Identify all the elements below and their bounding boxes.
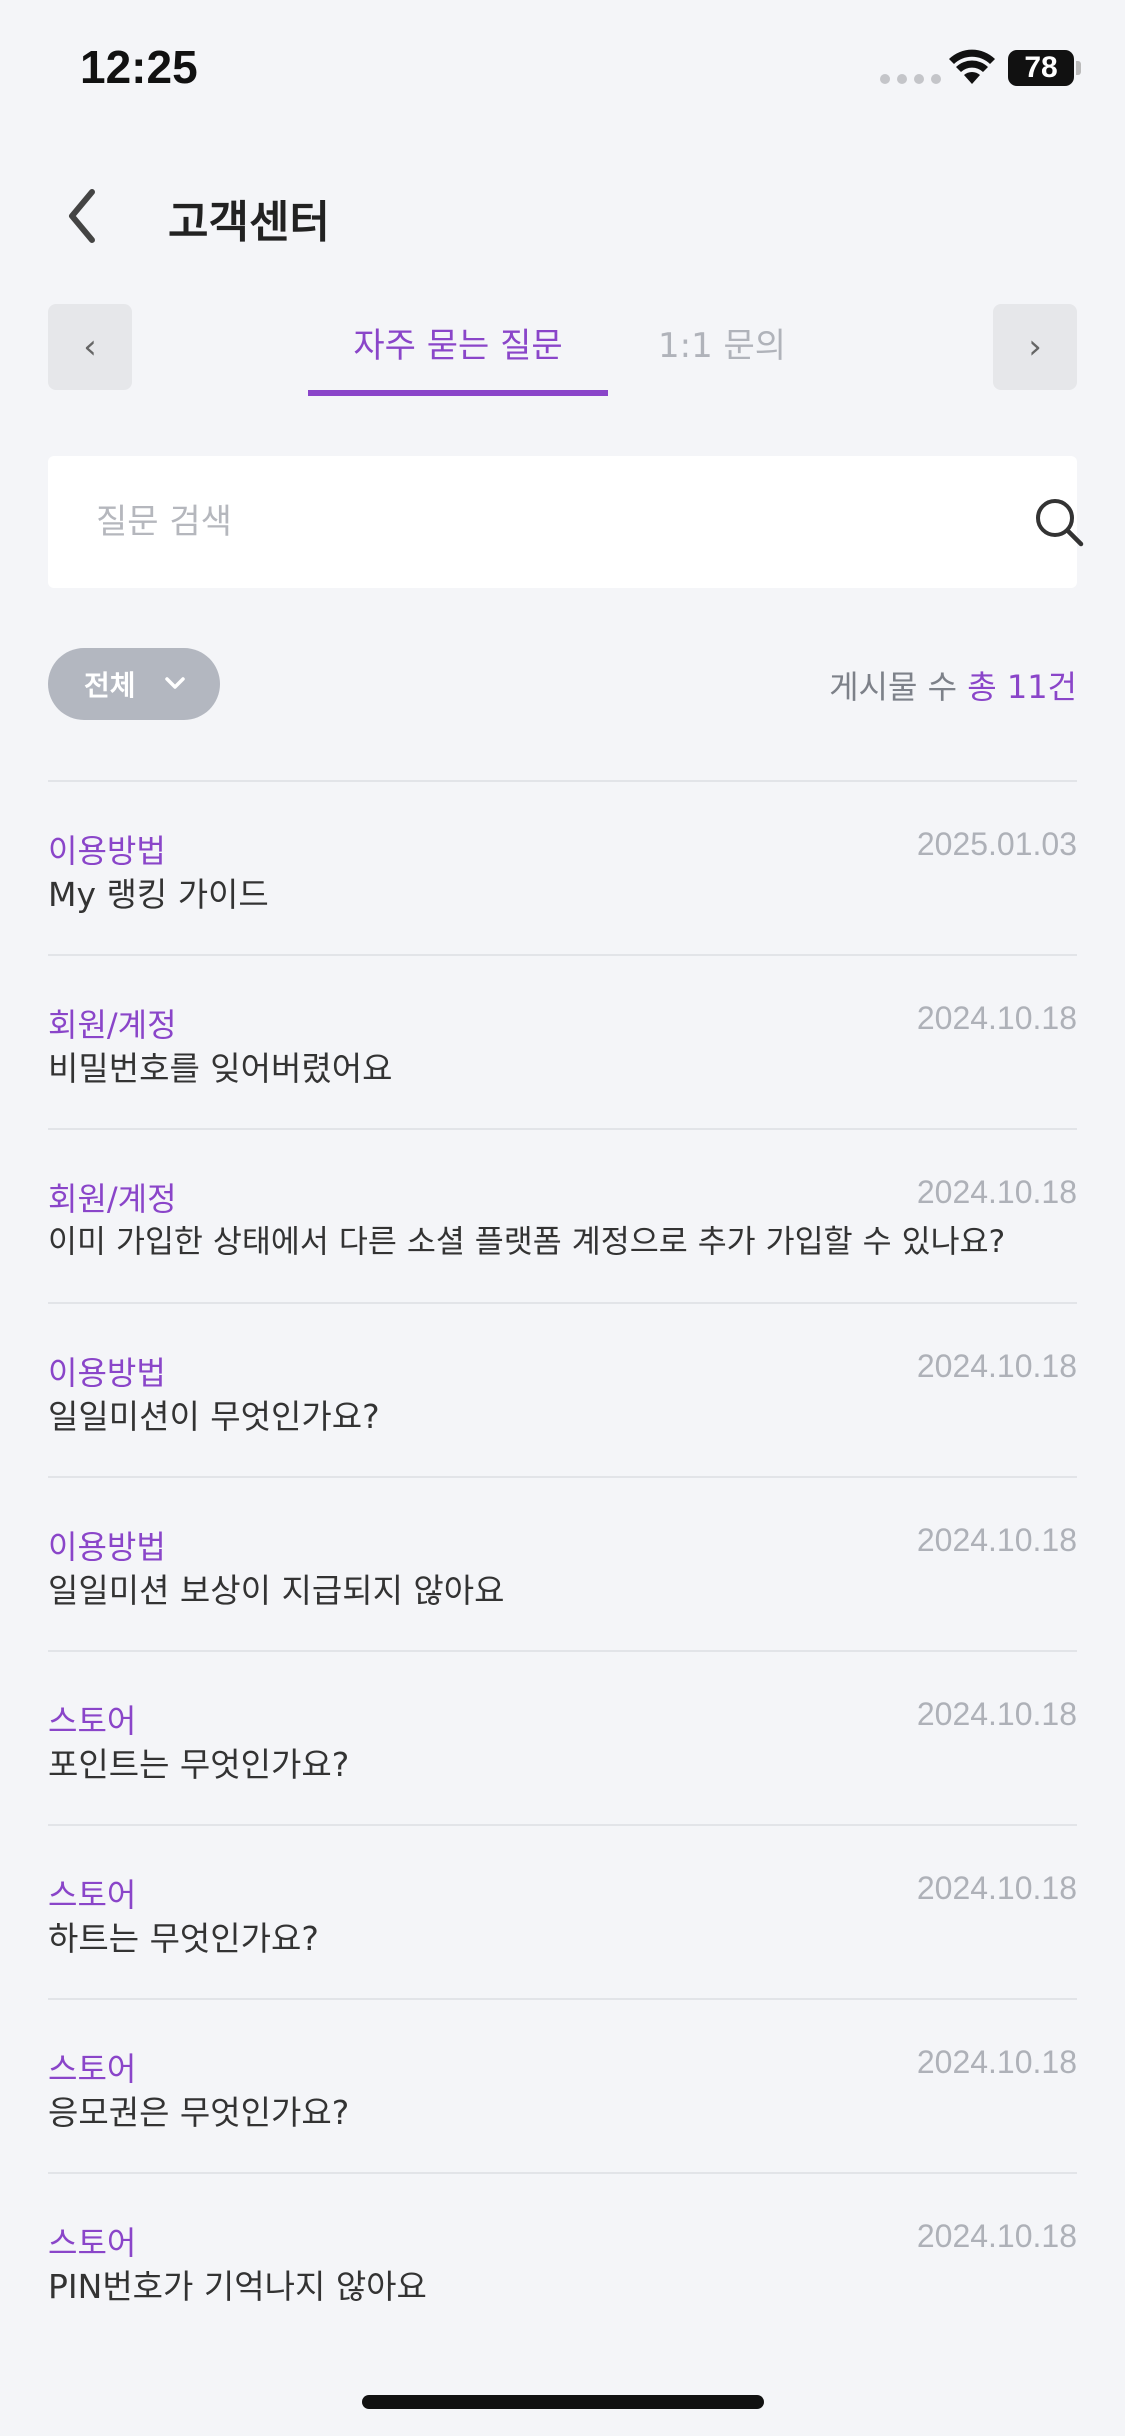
active-tab-indicator bbox=[308, 390, 608, 396]
filter-row: 전체 게시물 수 총 11건 bbox=[0, 648, 1125, 720]
faq-question: My 랭킹 가이드 bbox=[48, 875, 269, 914]
faq-category: 이용방법 bbox=[48, 1354, 166, 1392]
faq-question: 이미 가입한 상태에서 다른 소셜 플랫폼 계정으로 추가 가입할 수 있나요? bbox=[48, 1224, 1006, 1260]
battery-icon: 78 bbox=[1008, 50, 1081, 86]
faq-list-item[interactable]: 스토어 2024.10.18 PIN번호가 기억나지 않아요 bbox=[48, 2172, 1077, 2346]
faq-list-item[interactable]: 이용방법 2025.01.03 My 랭킹 가이드 bbox=[48, 780, 1077, 954]
search-input[interactable] bbox=[96, 492, 956, 552]
wifi-icon bbox=[949, 49, 995, 84]
faq-category: 이용방법 bbox=[48, 1528, 166, 1566]
faq-date: 2025.01.03 bbox=[916, 826, 1077, 862]
faq-date: 2024.10.18 bbox=[916, 1174, 1077, 1210]
chevron-left-icon bbox=[69, 189, 95, 243]
page-title: 고객센터 bbox=[168, 197, 330, 248]
post-count-value: 총 11건 bbox=[967, 668, 1077, 706]
faq-category: 이용방법 bbox=[48, 832, 166, 870]
faq-question: 포인트는 무엇인가요? bbox=[48, 1745, 350, 1784]
faq-category: 회원/계정 bbox=[48, 1180, 177, 1218]
faq-date: 2024.10.18 bbox=[916, 1522, 1077, 1558]
tab-bar: ‹ 자주 묻는 질문 1:1 문의 › bbox=[0, 304, 1125, 400]
category-filter-label: 전체 bbox=[84, 669, 136, 702]
faq-date: 2024.10.18 bbox=[916, 2044, 1077, 2080]
faq-question: 일일미션 보상이 지급되지 않아요 bbox=[48, 1571, 505, 1610]
search-icon[interactable] bbox=[1033, 496, 1085, 548]
faq-question: 일일미션이 무엇인가요? bbox=[48, 1397, 380, 1436]
chevron-down-icon bbox=[165, 677, 185, 689]
faq-question: 하트는 무엇인가요? bbox=[48, 1919, 319, 1958]
faq-category: 스토어 bbox=[48, 1876, 137, 1914]
search-box bbox=[48, 456, 1084, 588]
faq-category: 회원/계정 bbox=[48, 1006, 177, 1044]
faq-list-item[interactable]: 회원/계정 2024.10.18 이미 가입한 상태에서 다른 소셜 플랫폼 계… bbox=[48, 1128, 1077, 1302]
status-time: 12:25 bbox=[80, 41, 198, 93]
back-button[interactable] bbox=[56, 184, 116, 248]
faq-list-item[interactable]: 회원/계정 2024.10.18 비밀번호를 잊어버렸어요 bbox=[48, 954, 1077, 1128]
faq-question: PIN번호가 기억나지 않아요 bbox=[48, 2267, 427, 2306]
tab-prev-button[interactable]: ‹ bbox=[48, 304, 132, 390]
faq-list-item[interactable]: 스토어 2024.10.18 하트는 무엇인가요? bbox=[48, 1824, 1077, 1998]
faq-date: 2024.10.18 bbox=[916, 2218, 1077, 2254]
battery-level: 78 bbox=[1008, 50, 1074, 86]
faq-date: 2024.10.18 bbox=[916, 1000, 1077, 1036]
post-count-label: 게시물 수 bbox=[829, 668, 968, 706]
faq-question: 응모권은 무엇인가요? bbox=[48, 2093, 350, 2132]
faq-list-item[interactable]: 이용방법 2024.10.18 일일미션 보상이 지급되지 않아요 bbox=[48, 1476, 1077, 1650]
faq-screen: 12:25 78 고객센터 ‹ 자주 묻는 질문 1:1 문의 › 질문 검색 … bbox=[0, 0, 1125, 2436]
faq-list-item[interactable]: 이용방법 2024.10.18 일일미션이 무엇인가요? bbox=[48, 1302, 1077, 1476]
faq-category: 스토어 bbox=[48, 2050, 137, 2088]
tab-faq[interactable]: 자주 묻는 질문 bbox=[308, 318, 608, 367]
faq-list: 이용방법 2025.01.03 My 랭킹 가이드 회원/계정 2024.10.… bbox=[48, 780, 1077, 2346]
tab-next-button[interactable]: › bbox=[993, 304, 1077, 390]
faq-category: 스토어 bbox=[48, 2224, 137, 2262]
tab-inquiry[interactable]: 1:1 문의 bbox=[658, 318, 786, 367]
cellular-signal-icon bbox=[880, 74, 941, 84]
faq-list-item[interactable]: 스토어 2024.10.18 포인트는 무엇인가요? bbox=[48, 1650, 1077, 1824]
faq-date: 2024.10.18 bbox=[916, 1348, 1077, 1384]
category-filter-dropdown[interactable]: 전체 bbox=[48, 648, 220, 720]
faq-category: 스토어 bbox=[48, 1702, 137, 1740]
faq-question: 비밀번호를 잊어버렸어요 bbox=[48, 1049, 393, 1088]
faq-date: 2024.10.18 bbox=[916, 1870, 1077, 1906]
faq-list-item[interactable]: 스토어 2024.10.18 응모권은 무엇인가요? bbox=[48, 1998, 1077, 2172]
post-count: 게시물 수 총 11건 bbox=[829, 662, 1077, 708]
faq-date: 2024.10.18 bbox=[916, 1696, 1077, 1732]
header: 고객센터 bbox=[0, 160, 1125, 270]
status-bar: 12:25 78 bbox=[0, 0, 1125, 140]
home-indicator[interactable] bbox=[362, 2395, 764, 2409]
